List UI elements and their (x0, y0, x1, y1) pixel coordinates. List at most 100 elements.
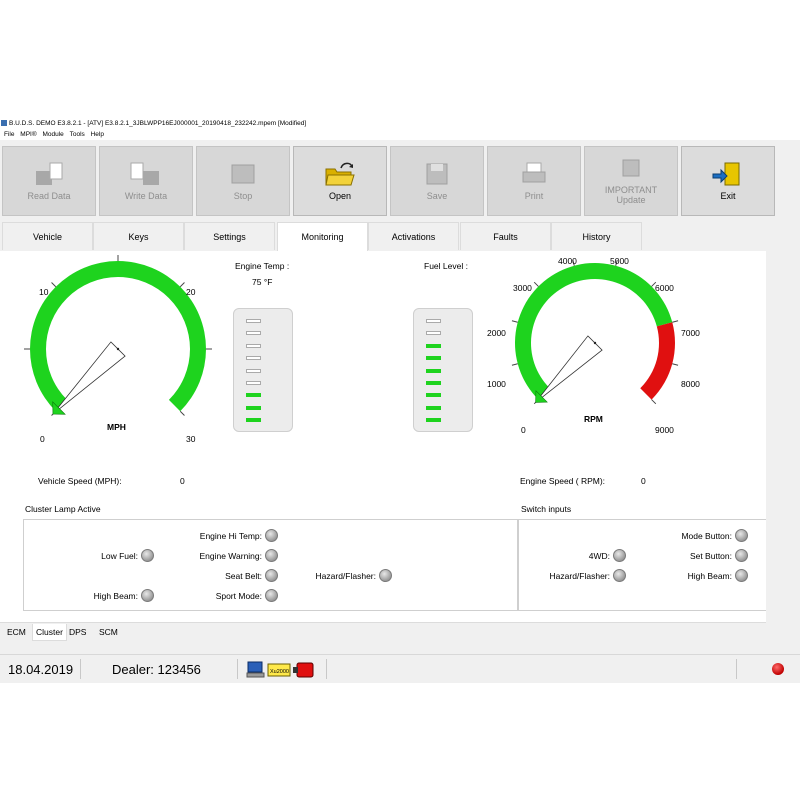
tab-faults[interactable]: Faults (460, 222, 551, 250)
gauge-hub (593, 341, 597, 345)
rpm-unit-label: RPM (584, 414, 603, 424)
switch-inputs-title: Switch inputs (521, 504, 572, 514)
printer-icon (522, 162, 546, 183)
title-bar: B.U.D.S. DEMO E3.8.2.1 - [ATV] E3.8.2.1_… (0, 117, 800, 130)
subtab-cluster[interactable]: Cluster (32, 624, 67, 641)
exit-label: Exit (720, 191, 736, 201)
status-date: 18.04.2019 (8, 662, 74, 677)
vehicle-speed-value: 0 (180, 476, 185, 486)
seat-belt-lamp (265, 569, 278, 582)
tab-activations[interactable]: Activations (368, 222, 459, 250)
bar-segment (426, 319, 441, 323)
bar-segment (246, 381, 261, 385)
write-data-button[interactable]: Write Data (99, 146, 193, 216)
gauge-tick (511, 363, 518, 366)
bar-segment (426, 393, 441, 398)
menu-help[interactable]: Help (91, 130, 104, 140)
vehicle-speed-label: Vehicle Speed (MPH): (38, 476, 122, 486)
status-dealer: Dealer: 123456 (112, 662, 201, 677)
rpm-tick-7000: 7000 (681, 328, 700, 338)
stop-button[interactable]: Stop (196, 146, 290, 216)
gauge-red-band (640, 322, 675, 400)
speed-gauge (24, 255, 212, 416)
mode-button-label: Mode Button: (681, 531, 732, 541)
set-button-lamp (735, 549, 748, 562)
gauge-needle (52, 341, 126, 415)
window-title: B.U.D.S. DEMO E3.8.2.1 - [ATV] E3.8.2.1_… (9, 120, 307, 127)
open-button[interactable]: Open (293, 146, 387, 216)
subtab-scm[interactable]: SCM (96, 624, 121, 640)
computer-icon (246, 661, 265, 678)
status-separator (736, 659, 737, 679)
tab-vehicle[interactable]: Vehicle (2, 222, 93, 250)
engine-warning-label: Engine Warning: (199, 551, 262, 561)
switch-high-beam-lamp (735, 569, 748, 582)
speed-tick-10: 10 (39, 287, 49, 297)
bar-segment (246, 393, 261, 398)
gauge-hub (116, 347, 120, 351)
engine-speed-label: Engine Speed ( RPM): (520, 476, 606, 486)
engine-warning-lamp (265, 549, 278, 562)
cluster-lamp-title: Cluster Lamp Active (25, 504, 101, 514)
bar-segment (426, 343, 441, 348)
switch-high-beam-label: High Beam: (687, 571, 732, 581)
status-bar: 18.04.2019 Dealer: 123456 Xu2000 (0, 654, 800, 683)
bar-segment (246, 418, 261, 423)
bar-segment (246, 319, 261, 323)
rpm-tick-1000: 1000 (487, 379, 506, 389)
menu-file[interactable]: File (4, 130, 14, 140)
status-separator (80, 659, 81, 679)
tab-history[interactable]: History (551, 222, 642, 250)
menu-tools[interactable]: Tools (70, 130, 85, 140)
hazard-flasher-lamp (379, 569, 392, 582)
high-beam-lamp (141, 589, 154, 602)
exit-door-icon (712, 162, 740, 186)
high-beam-label: High Beam: (93, 591, 138, 601)
engine-hi-temp-label: Engine Hi Temp: (199, 531, 262, 541)
gauge-tick (51, 282, 57, 288)
save-button[interactable]: Save (390, 146, 484, 216)
app-icon (1, 120, 7, 127)
app-window: B.U.D.S. DEMO E3.8.2.1 - [ATV] E3.8.2.1_… (0, 117, 800, 683)
tab-monitoring[interactable]: Monitoring (277, 222, 368, 251)
update-icon (622, 159, 640, 177)
bar-segment (426, 368, 441, 373)
bar-segment (246, 343, 261, 348)
bar-segment (426, 356, 441, 361)
important-update-button[interactable]: IMPORTANT Update (584, 146, 678, 216)
print-button[interactable]: Print (487, 146, 581, 216)
vehicle-connector-icon (293, 662, 314, 678)
4wd-label: 4WD: (588, 551, 610, 561)
bar-segment (246, 368, 261, 373)
speed-unit-label: MPH (107, 422, 126, 432)
bar-segment (246, 356, 261, 361)
rpm-tick-0: 0 (521, 425, 526, 435)
gauge-tick (511, 320, 518, 323)
read-data-button[interactable]: Read Data (2, 146, 96, 216)
subtab-ecm[interactable]: ECM (4, 624, 29, 640)
monitoring-panel: MPH 10 20 0 30 Engine Temp : 75 °F Fuel … (0, 251, 766, 622)
status-separator (237, 659, 238, 679)
rpm-tick-4000: 4000 (558, 256, 577, 266)
module-subtabs: ECM Cluster DPS SCM (0, 622, 766, 641)
bar-segment (426, 381, 441, 385)
4wd-lamp (613, 549, 626, 562)
gauge-tick (672, 363, 679, 366)
print-label: Print (524, 191, 544, 201)
save-disk-icon (426, 163, 448, 185)
tab-keys[interactable]: Keys (93, 222, 184, 250)
fuel-level-bar (413, 308, 473, 432)
stop-icon (231, 164, 255, 184)
important-label: IMPORTANT (604, 185, 658, 195)
gauge-tick (179, 410, 185, 416)
menu-mpi[interactable]: MPI® (20, 130, 36, 140)
sport-mode-lamp (265, 589, 278, 602)
read-data-label: Read Data (27, 191, 71, 201)
exit-button[interactable]: Exit (681, 146, 775, 216)
subtab-dps[interactable]: DPS (66, 624, 89, 640)
set-button-label: Set Button: (689, 551, 732, 561)
tab-settings[interactable]: Settings (184, 222, 275, 250)
toolbar: Read Data Write Data Stop Open Save Prin… (0, 140, 800, 220)
menu-module[interactable]: Module (42, 130, 63, 140)
gauge-needle (535, 335, 603, 403)
